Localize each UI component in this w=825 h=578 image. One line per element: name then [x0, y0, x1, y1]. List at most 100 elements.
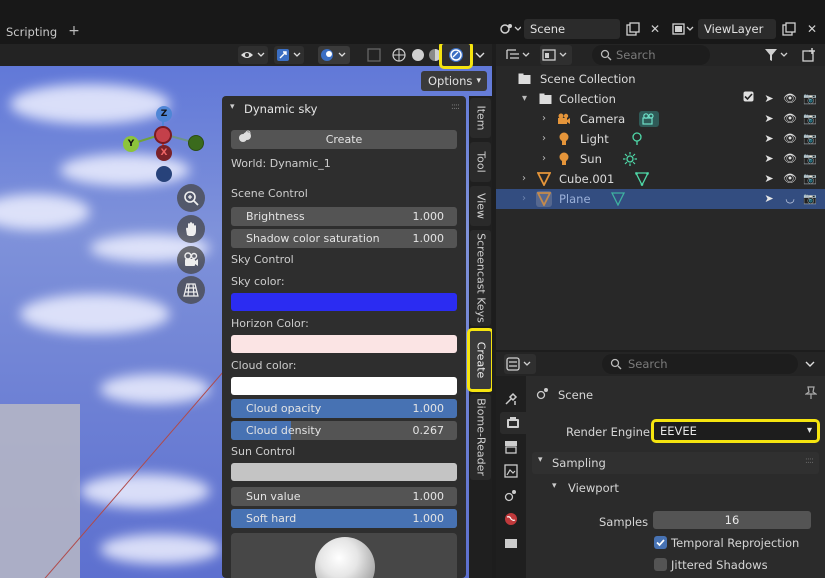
render-tab-icon[interactable] — [500, 412, 526, 434]
properties-options-dropdown[interactable] — [800, 354, 820, 374]
editor-type-button[interactable] — [504, 354, 536, 374]
pin-icon[interactable] — [804, 386, 818, 403]
collection-tab-icon[interactable] — [500, 532, 522, 554]
world-tab-icon[interactable] — [500, 508, 522, 530]
shading-dropdown-icon[interactable] — [472, 46, 488, 64]
view-object-types-button[interactable] — [238, 46, 268, 64]
soft-hard-slider[interactable]: Soft hard 1.000 — [231, 509, 457, 528]
3d-viewport[interactable]: Options ▾ Z Y X ▾ Dynamic sky :::: Creat… — [0, 44, 492, 578]
overlays-button[interactable] — [318, 46, 350, 64]
viewlayer-browse-button[interactable] — [670, 19, 696, 39]
horizon-color-swatch[interactable] — [231, 335, 457, 353]
new-scene-icon[interactable] — [623, 19, 643, 39]
camera-view-icon[interactable] — [177, 246, 205, 274]
visibility-eye-icon[interactable]: 👁 — [783, 129, 797, 149]
outliner-filter-view-button[interactable] — [540, 45, 572, 65]
scene-browse-button[interactable] — [497, 19, 523, 39]
select-cursor-icon[interactable]: ➤ — [762, 129, 776, 149]
jittered-shadows-checkbox[interactable] — [654, 558, 667, 571]
sampling-panel-header[interactable]: ▾ Sampling :::: — [532, 452, 819, 474]
select-cursor-icon[interactable]: ➤ — [762, 169, 776, 189]
hidden-eye-icon[interactable]: ◡ — [783, 189, 797, 209]
visibility-eye-icon[interactable]: 👁 — [783, 109, 797, 129]
scene-tab-icon[interactable] — [500, 484, 522, 506]
render-camera-icon[interactable]: 📷 — [803, 109, 817, 129]
visibility-eye-icon[interactable]: 👁 — [783, 89, 797, 109]
drag-handle-icon[interactable]: :::: — [805, 456, 814, 466]
xray-toggle-icon[interactable] — [364, 46, 384, 64]
scene-name-field[interactable]: Scene — [524, 19, 620, 39]
pan-hand-icon[interactable] — [177, 215, 205, 243]
cloud-density-slider[interactable]: Cloud density 0.267 — [231, 421, 457, 440]
gizmo-toggle-button[interactable] — [274, 46, 304, 64]
expand-arrow-icon[interactable]: › — [542, 149, 546, 169]
gizmo-x-positive[interactable] — [154, 126, 172, 144]
temporal-reprojection-checkbox[interactable] — [654, 536, 667, 549]
wireframe-shading-icon[interactable] — [390, 46, 408, 64]
shadow-saturation-slider[interactable]: Shadow color saturation 1.000 — [231, 229, 457, 248]
tab-screencast-keys[interactable]: Screencast Keys — [470, 230, 491, 326]
properties-search-input[interactable]: Search — [602, 354, 798, 374]
expand-arrow-icon[interactable]: › — [542, 129, 546, 149]
sun-data-icon[interactable] — [622, 151, 638, 167]
tab-view[interactable]: View — [470, 186, 491, 226]
collapse-chevron-icon[interactable]: ▾ — [230, 102, 235, 112]
gizmo-x-axis[interactable]: X — [156, 145, 172, 161]
cloud-color-swatch[interactable] — [231, 377, 457, 395]
options-dropdown[interactable]: Options ▾ — [421, 71, 487, 91]
outliner-row-camera[interactable]: › Camera ➤ 👁 📷 — [496, 109, 825, 129]
delete-viewlayer-icon[interactable]: ✕ — [802, 19, 822, 39]
expand-arrow-icon[interactable]: ▾ — [522, 89, 527, 109]
solid-shading-icon[interactable] — [409, 46, 427, 64]
cloud-opacity-slider[interactable]: Cloud opacity 1.000 — [231, 399, 457, 418]
rendered-shading-icon[interactable] — [439, 44, 473, 69]
camera-data-icon[interactable] — [639, 111, 659, 127]
expand-arrow-icon[interactable]: › — [522, 169, 526, 189]
samples-field[interactable]: 16 — [653, 511, 811, 529]
select-cursor-icon[interactable]: ➤ — [762, 149, 776, 169]
mesh-data-icon[interactable] — [634, 171, 650, 187]
gizmo-y-negative[interactable] — [188, 135, 204, 151]
sun-color-swatch[interactable] — [231, 463, 457, 481]
outliner-row-sun[interactable]: › Sun ➤ 👁 📷 — [496, 149, 825, 169]
outliner-row-collection[interactable]: ▾ Collection ➤ 👁 📷 — [496, 89, 825, 109]
outliner-row-plane[interactable]: › Plane ➤ ◡ 📷 — [496, 189, 825, 209]
outliner-row-cube[interactable]: › Cube.001 ➤ 👁 📷 — [496, 169, 825, 189]
visibility-eye-icon[interactable]: 👁 — [783, 149, 797, 169]
render-camera-icon[interactable]: 📷 — [803, 189, 817, 209]
tab-item[interactable]: Item — [470, 98, 491, 138]
render-engine-dropdown[interactable]: EEVEE ▾ — [651, 419, 820, 443]
tab-create[interactable]: Create — [467, 328, 492, 392]
new-collection-icon[interactable] — [799, 45, 819, 65]
outliner-row-light[interactable]: › Light ➤ 👁 📷 — [496, 129, 825, 149]
exclude-checkbox[interactable] — [741, 89, 755, 109]
add-workspace-button[interactable]: + — [67, 21, 81, 41]
filter-dropdown-button[interactable] — [762, 45, 792, 65]
drag-handle-icon[interactable]: :::: — [451, 102, 460, 112]
output-tab-icon[interactable] — [500, 436, 522, 458]
outliner-display-mode-button[interactable] — [504, 45, 534, 65]
workspace-tab-scripting[interactable]: Scripting — [0, 22, 57, 42]
gizmo-z-negative[interactable] — [156, 166, 172, 182]
expand-arrow-icon[interactable]: › — [522, 189, 526, 209]
viewport-subpanel-header[interactable]: ▾ Viewport — [546, 478, 819, 498]
brightness-slider[interactable]: Brightness 1.000 — [231, 207, 457, 226]
render-camera-icon[interactable]: 📷 — [803, 129, 817, 149]
select-cursor-icon[interactable]: ➤ — [762, 109, 776, 129]
zoom-icon[interactable] — [177, 184, 205, 212]
tool-settings-tab-icon[interactable] — [500, 388, 522, 410]
light-data-icon[interactable] — [629, 131, 645, 147]
select-cursor-icon[interactable]: ➤ — [762, 189, 776, 209]
select-cursor-icon[interactable]: ➤ — [762, 89, 776, 109]
sky-color-swatch[interactable] — [231, 293, 457, 311]
delete-scene-icon[interactable]: ✕ — [645, 19, 665, 39]
mesh-data-icon[interactable] — [610, 191, 626, 207]
create-button[interactable]: Create — [231, 130, 457, 149]
perspective-grid-icon[interactable] — [177, 276, 205, 304]
tab-biome-reader[interactable]: Biome-Reader — [470, 394, 491, 480]
viewlayer-name-field[interactable]: ViewLayer — [698, 19, 776, 39]
view-layer-tab-icon[interactable] — [500, 460, 522, 482]
outliner-search-input[interactable]: Search — [592, 45, 710, 65]
visibility-eye-icon[interactable]: 👁 — [783, 169, 797, 189]
gizmo-y-axis[interactable]: Y — [123, 136, 139, 152]
